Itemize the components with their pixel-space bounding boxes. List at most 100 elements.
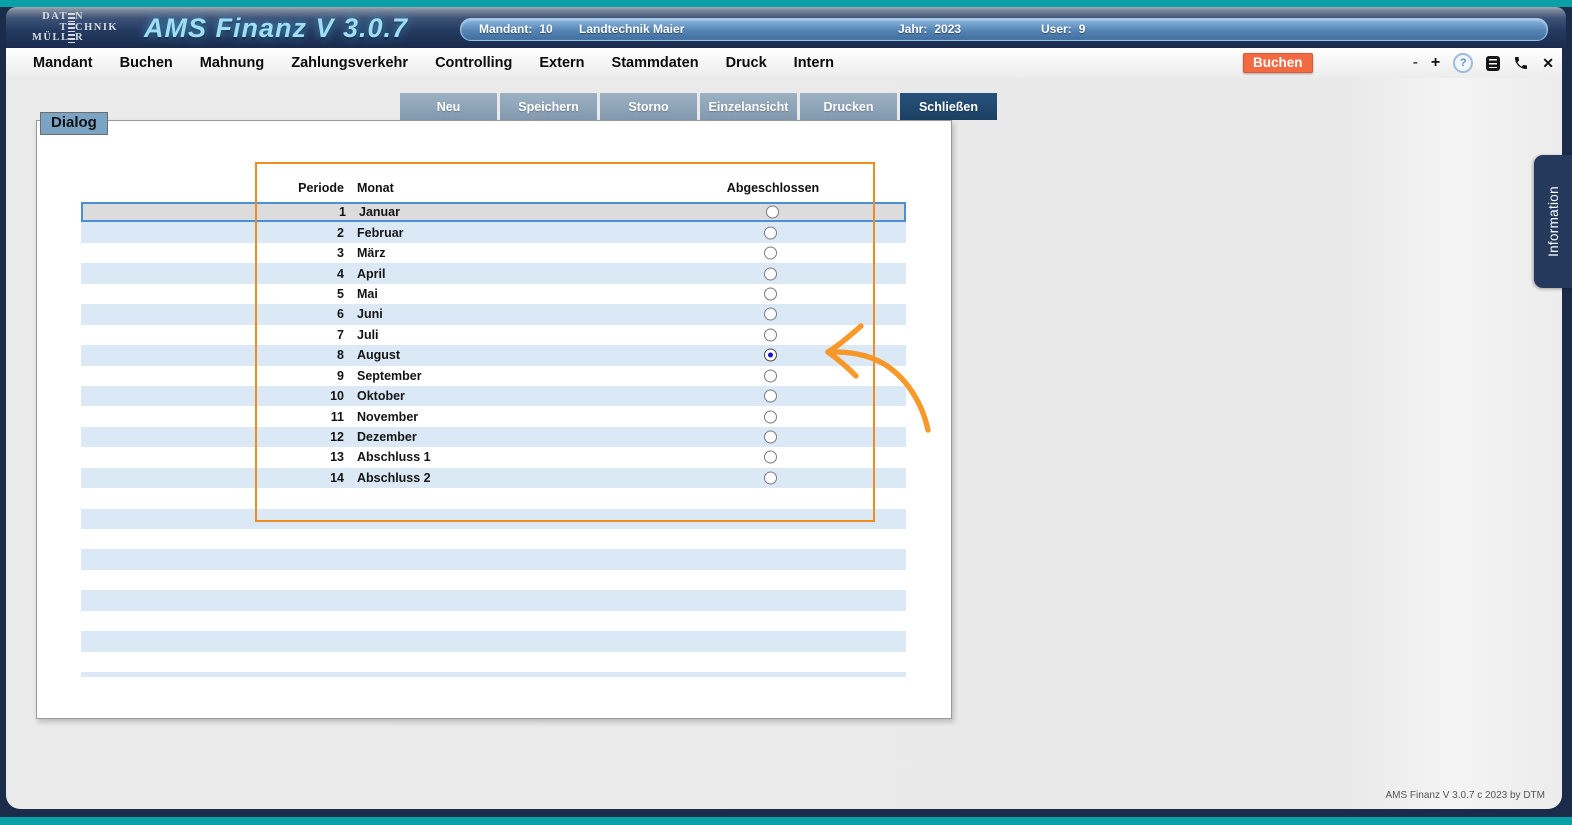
radio-abgeschlossen[interactable] xyxy=(764,390,777,403)
main-content: NeuSpeichernStornoEinzelansichtDruckenSc… xyxy=(6,78,1562,809)
schlie-en-button[interactable]: Schließen xyxy=(900,93,997,120)
table-row[interactable]: 7Juli xyxy=(81,325,906,345)
radio-abgeschlossen[interactable] xyxy=(764,226,777,239)
radio-abgeschlossen[interactable] xyxy=(764,369,777,382)
information-side-tab-label: Information xyxy=(1546,186,1561,257)
storno-button[interactable]: Storno xyxy=(600,93,697,120)
menu-item-mandant[interactable]: Mandant xyxy=(33,55,93,71)
radio-abgeschlossen[interactable] xyxy=(764,410,777,423)
logo-bars-icon xyxy=(68,34,75,43)
einzelansicht-button[interactable]: Einzelansicht xyxy=(700,93,797,120)
jahr-value: 2023 xyxy=(934,19,961,39)
user-info: User: 9 xyxy=(1041,19,1085,39)
table-row[interactable] xyxy=(81,570,906,590)
radio-abgeschlossen[interactable] xyxy=(764,431,777,444)
maximize-button[interactable]: + xyxy=(1431,55,1440,71)
cell-monat: Januar xyxy=(359,205,400,219)
table-row[interactable]: 12Dezember xyxy=(81,427,906,447)
cell-monat: September xyxy=(357,369,422,383)
company-logo: DAT N T CHNIK MÜLL R xyxy=(32,12,118,44)
menu-item-zahlungsverkehr[interactable]: Zahlungsverkehr xyxy=(291,55,408,71)
user-value: 9 xyxy=(1079,19,1086,39)
cell-monat: Abschluss 2 xyxy=(357,471,431,485)
table-row[interactable]: 11November xyxy=(81,406,906,426)
table-row[interactable]: 2 Februar xyxy=(81,222,906,242)
table-row[interactable]: 8 August xyxy=(81,345,906,365)
table-row[interactable] xyxy=(81,611,906,631)
menu-item-mahnung[interactable]: Mahnung xyxy=(200,55,264,71)
dialog-panel: Periode Monat Abgeschlossen 1Januar2Febr… xyxy=(36,120,952,719)
radio-abgeschlossen[interactable] xyxy=(764,471,777,484)
radio-abgeschlossen[interactable] xyxy=(764,287,777,300)
radio-abgeschlossen[interactable] xyxy=(766,206,779,219)
user-label: User: xyxy=(1041,19,1072,39)
table-row[interactable]: 14 Abschluss 2 xyxy=(81,468,906,488)
cell-periode: 2 xyxy=(81,226,344,240)
radio-abgeschlossen[interactable] xyxy=(764,308,777,321)
radio-abgeschlossen[interactable] xyxy=(764,328,777,341)
cell-monat: Februar xyxy=(357,226,404,240)
radio-abgeschlossen[interactable] xyxy=(764,267,777,280)
cell-monat: August xyxy=(357,348,400,362)
table-row[interactable] xyxy=(81,488,906,508)
cell-monat: Abschluss 1 xyxy=(357,450,431,464)
cell-monat: März xyxy=(357,246,385,260)
table-row[interactable]: 6Juni xyxy=(81,304,906,324)
menu-item-extern[interactable]: Extern xyxy=(539,55,584,71)
information-side-tab[interactable]: Information xyxy=(1534,155,1572,288)
table-row[interactable] xyxy=(81,509,906,529)
menu-item-intern[interactable]: Intern xyxy=(794,55,834,71)
speichern-button[interactable]: Speichern xyxy=(500,93,597,120)
table-row[interactable] xyxy=(81,549,906,569)
client-name-label: Landtechnik Maier xyxy=(579,19,684,39)
table-row[interactable]: 4 April xyxy=(81,263,906,283)
mandant-label: Mandant: xyxy=(479,19,532,39)
cell-periode: 4 xyxy=(81,267,344,281)
menu-item-stammdaten[interactable]: Stammdaten xyxy=(612,55,699,71)
logo-text: DAT xyxy=(32,12,68,23)
logo-text: N xyxy=(75,12,118,23)
radio-abgeschlossen[interactable] xyxy=(764,451,777,464)
help-icon[interactable]: ? xyxy=(1453,53,1473,73)
table-row[interactable] xyxy=(81,672,906,677)
notes-icon[interactable] xyxy=(1486,56,1500,71)
titlebar: DAT N T CHNIK MÜLL R AMS Finanz V 3.0.7 xyxy=(6,7,1566,48)
phone-icon[interactable] xyxy=(1513,55,1529,71)
table-row[interactable] xyxy=(81,631,906,651)
cell-monat: April xyxy=(357,267,385,281)
menubar: Mandant Buchen Mahnung Zahlungsverkehr Contr… xyxy=(6,48,1562,79)
menu-item-controlling[interactable]: Controlling xyxy=(435,55,512,71)
menu-item-buchen[interactable]: Buchen xyxy=(120,55,173,71)
table-row[interactable] xyxy=(81,652,906,672)
logo-text: MÜLL xyxy=(32,33,68,44)
cell-periode: 8 xyxy=(81,348,344,362)
cell-monat: Mai xyxy=(357,287,378,301)
cell-periode: 10 xyxy=(81,389,344,403)
table-row[interactable]: 1 Januar xyxy=(81,202,906,222)
jahr-info: Jahr: 2023 xyxy=(898,19,961,39)
table-row[interactable]: 10 Oktober xyxy=(81,386,906,406)
logo-text: R xyxy=(75,33,118,44)
menu-item-druck[interactable]: Druck xyxy=(726,55,767,71)
close-button[interactable]: ✕ xyxy=(1542,56,1554,70)
table-row[interactable]: 3März xyxy=(81,243,906,263)
table-row[interactable]: 5Mai xyxy=(81,284,906,304)
app-title: AMS Finanz V 3.0.7 xyxy=(144,13,408,44)
neu-button[interactable]: Neu xyxy=(400,93,497,120)
cell-monat: Oktober xyxy=(357,389,405,403)
client-name: Landtechnik Maier xyxy=(579,19,684,39)
cell-periode: 14 xyxy=(81,471,344,485)
radio-abgeschlossen[interactable] xyxy=(764,247,777,260)
table-row[interactable] xyxy=(81,590,906,610)
cell-monat: Juli xyxy=(357,328,379,342)
radio-abgeschlossen[interactable] xyxy=(764,349,777,362)
active-module-badge: Buchen xyxy=(1243,53,1313,73)
table-row[interactable] xyxy=(81,529,906,549)
period-list: 1 Januar 2 Februar 3März 4 April 5Mai6Juni7Juli… xyxy=(81,202,906,677)
table-row[interactable]: 13Abschluss 1 xyxy=(81,447,906,467)
cell-monat: Juni xyxy=(357,307,383,321)
cell-periode: 1 xyxy=(83,205,346,219)
drucken-button[interactable]: Drucken xyxy=(800,93,897,120)
minimize-button[interactable]: - xyxy=(1413,55,1418,71)
table-row[interactable]: 9September xyxy=(81,366,906,386)
